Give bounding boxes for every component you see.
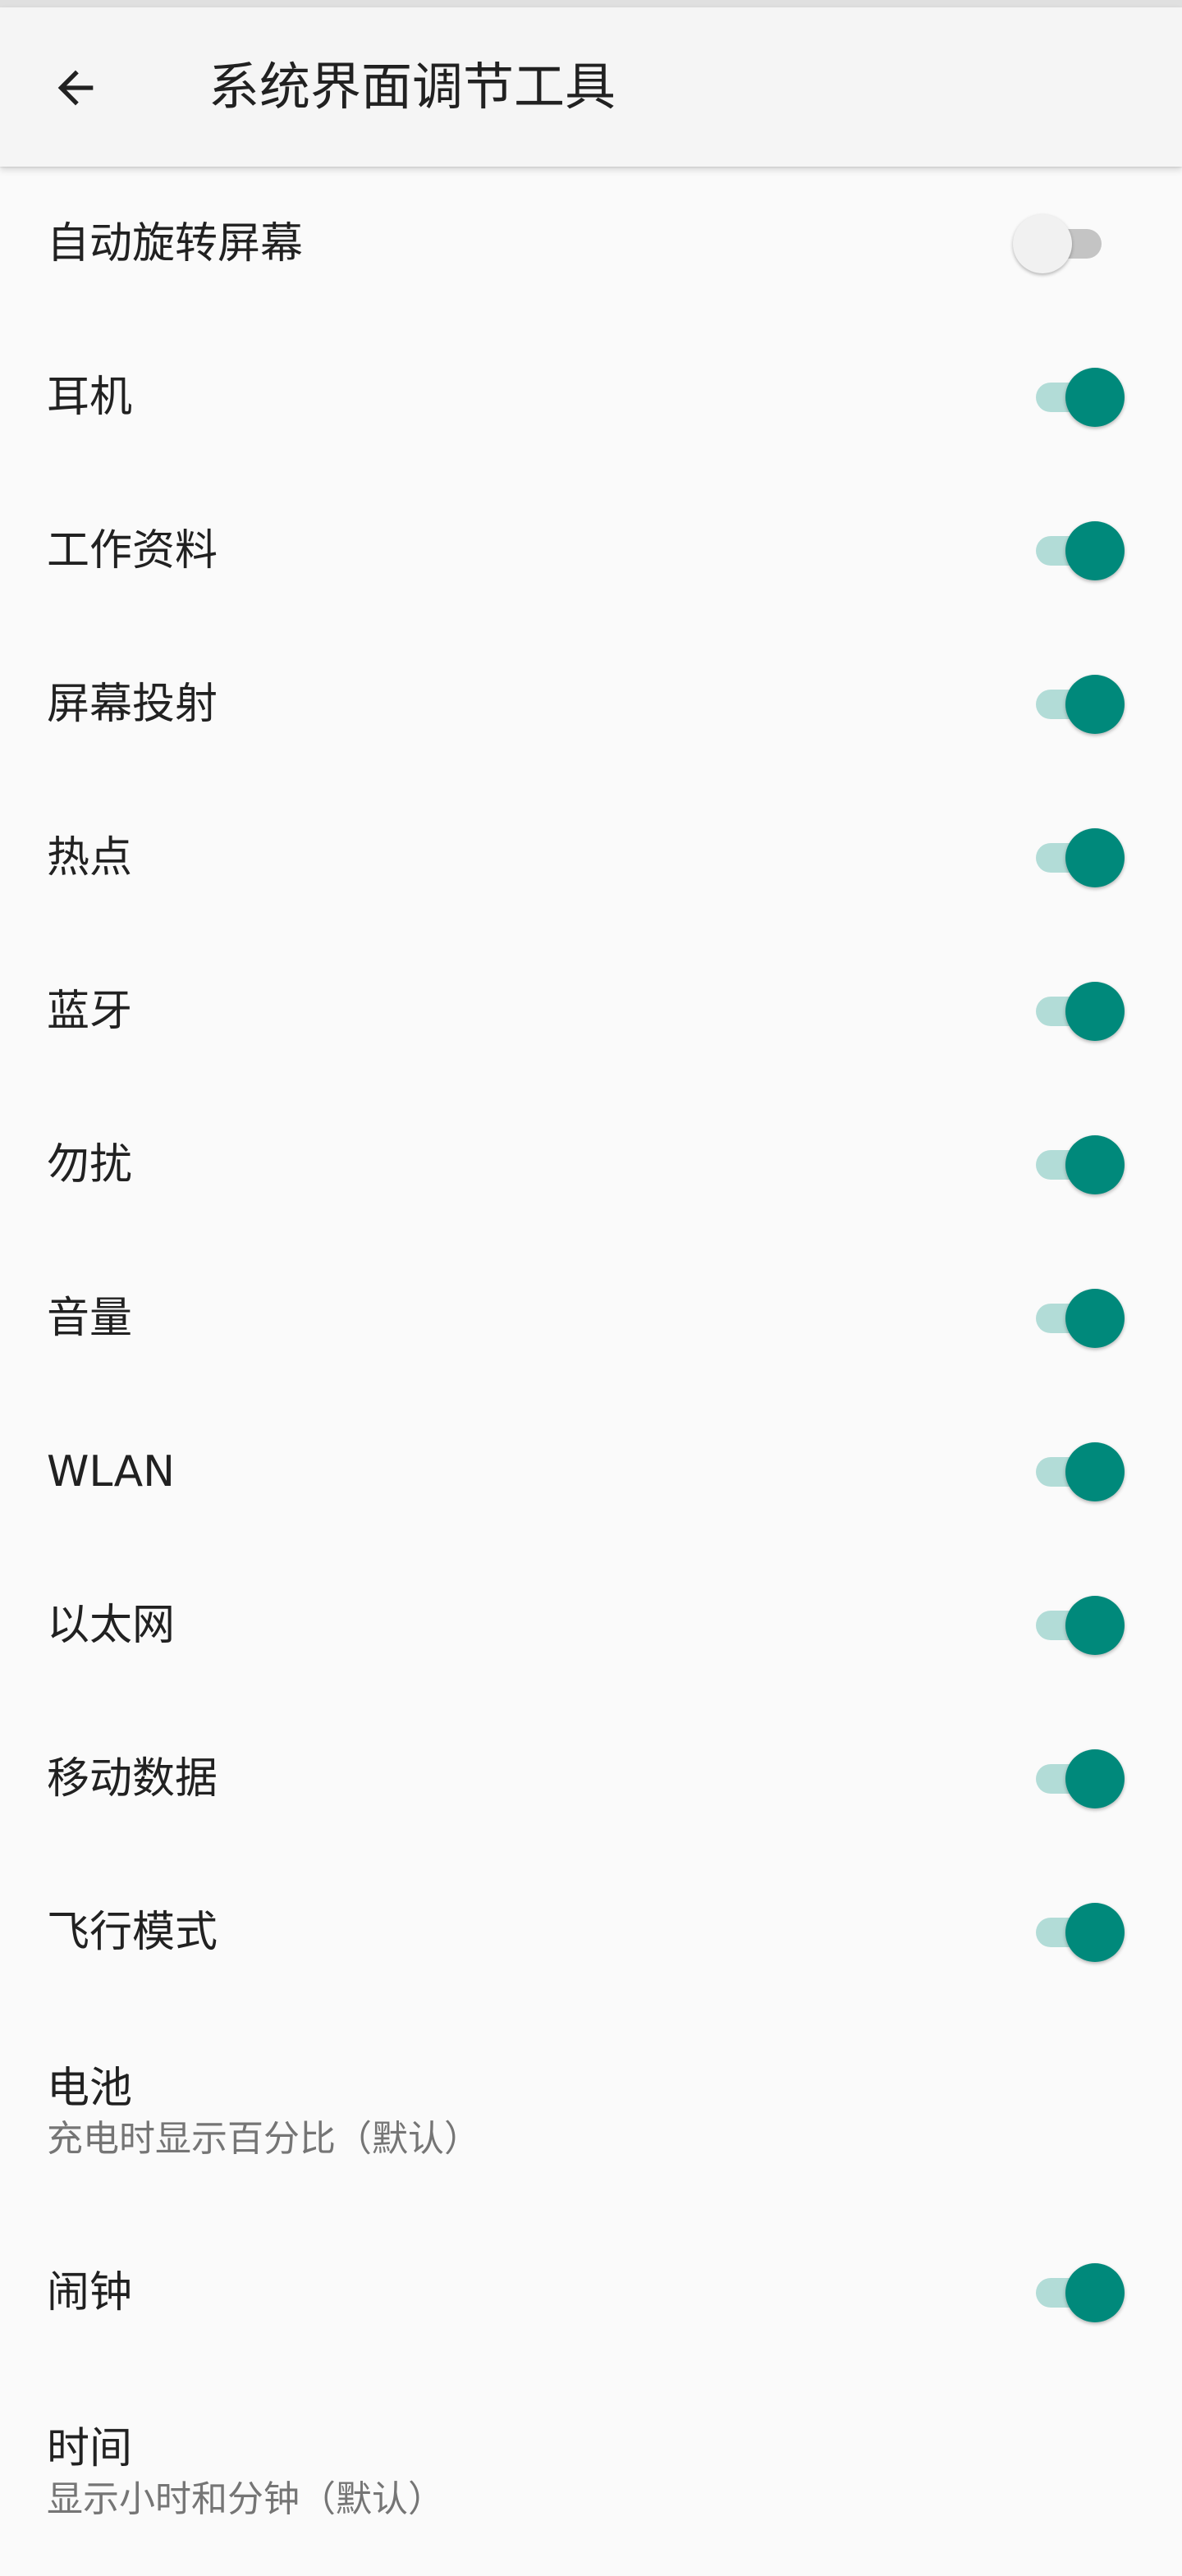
row-text: 自动旋转屏幕 <box>47 167 303 320</box>
setting-row-time[interactable]: 时间 显示小时和分钟（默认） <box>0 2369 1182 2576</box>
setting-row-bluetooth[interactable]: 蓝牙 <box>0 934 1182 1088</box>
row-text: 工作资料 <box>47 474 218 627</box>
toggle-switch[interactable] <box>1034 518 1125 584</box>
row-text: 勿扰 <box>47 1088 132 1241</box>
setting-row-airplane-mode[interactable]: 飞行模式 <box>0 1855 1182 2009</box>
setting-row-cast[interactable]: 屏幕投射 <box>0 627 1182 781</box>
toggle-switch[interactable] <box>1013 211 1103 277</box>
page-title: 系统界面调节工具 <box>208 57 616 117</box>
arrow-back-icon <box>49 62 102 117</box>
setting-row-wlan[interactable]: WLAN <box>0 1395 1182 1548</box>
switch-thumb <box>1065 1442 1125 1501</box>
toggle-switch[interactable] <box>1034 1593 1125 1658</box>
setting-title: 移动数据 <box>47 1753 218 1804</box>
row-text: 蓝牙 <box>47 934 132 1088</box>
setting-row-ethernet[interactable]: 以太网 <box>0 1548 1182 1702</box>
back-button[interactable] <box>36 50 115 129</box>
switch-thumb <box>1065 1749 1125 1808</box>
switch-thumb <box>1065 1902 1125 1962</box>
setting-title: 以太网 <box>47 1600 176 1650</box>
switch-thumb <box>1065 2262 1125 2322</box>
switch-thumb <box>1065 520 1125 580</box>
toggle-switch[interactable] <box>1034 1132 1125 1198</box>
setting-summary: 显示小时和分钟（默认） <box>47 2478 444 2520</box>
toggle-switch[interactable] <box>1034 1286 1125 1351</box>
setting-title: 时间 <box>47 2424 133 2473</box>
setting-row-mobile-data[interactable]: 移动数据 <box>0 1702 1182 1855</box>
row-text: 闹钟 <box>47 2216 132 2369</box>
row-text: 移动数据 <box>47 1702 218 1855</box>
app-bar: 系统界面调节工具 <box>0 7 1182 167</box>
setting-title: 热点 <box>47 832 133 882</box>
setting-title: 勿扰 <box>47 1139 133 1189</box>
switch-thumb <box>1065 1288 1125 1348</box>
toggle-switch[interactable] <box>1034 672 1125 737</box>
setting-row-battery[interactable]: 电池 充电时显示百分比（默认） <box>0 2009 1182 2216</box>
toggle-switch[interactable] <box>1034 1439 1125 1505</box>
setting-row-alarm[interactable]: 闹钟 <box>0 2216 1182 2369</box>
row-text: 音量 <box>47 1241 132 1395</box>
setting-title: 电池 <box>47 2064 133 2113</box>
row-text: 电池 充电时显示百分比（默认） <box>47 2009 480 2216</box>
settings-list: 自动旋转屏幕 耳机 工作资料 屏幕投射 热点 蓝牙 勿扰 音量 WLAN 以太网… <box>0 167 1182 2576</box>
status-bar-edge <box>0 0 1182 7</box>
switch-thumb <box>1013 213 1072 273</box>
switch-thumb <box>1065 674 1125 734</box>
toggle-switch[interactable] <box>1034 364 1125 430</box>
toggle-switch[interactable] <box>1034 979 1125 1044</box>
row-text: 以太网 <box>47 1548 175 1702</box>
setting-title: 工作资料 <box>47 525 218 575</box>
setting-row-dnd[interactable]: 勿扰 <box>0 1088 1182 1241</box>
setting-title: WLAN <box>47 1446 176 1497</box>
row-text: 飞行模式 <box>47 1855 218 2009</box>
row-text: WLAN <box>47 1395 175 1548</box>
setting-row-hotspot[interactable]: 热点 <box>0 781 1182 934</box>
row-text: 耳机 <box>47 320 132 474</box>
setting-row-headset[interactable]: 耳机 <box>0 320 1182 474</box>
setting-title: 飞行模式 <box>47 1907 218 1957</box>
setting-row-rotation[interactable]: 自动旋转屏幕 <box>0 167 1182 320</box>
toggle-switch[interactable] <box>1034 825 1125 891</box>
setting-title: 耳机 <box>47 372 133 422</box>
setting-row-volume[interactable]: 音量 <box>0 1241 1182 1395</box>
setting-title: 蓝牙 <box>47 986 133 1036</box>
switch-thumb <box>1065 827 1125 887</box>
setting-title: 音量 <box>47 1293 133 1343</box>
setting-row-work-profile[interactable]: 工作资料 <box>0 474 1182 627</box>
row-text: 时间 显示小时和分钟（默认） <box>47 2369 444 2576</box>
toggle-switch[interactable] <box>1034 1746 1125 1812</box>
setting-title: 自动旋转屏幕 <box>47 218 304 268</box>
setting-summary: 充电时显示百分比（默认） <box>47 2118 480 2160</box>
row-text: 热点 <box>47 781 132 934</box>
switch-thumb <box>1065 367 1125 427</box>
toggle-switch[interactable] <box>1034 2260 1125 2326</box>
row-text: 屏幕投射 <box>47 627 218 781</box>
switch-thumb <box>1065 1595 1125 1655</box>
setting-title: 闹钟 <box>47 2267 133 2317</box>
setting-title: 屏幕投射 <box>47 679 218 729</box>
switch-thumb <box>1065 981 1125 1041</box>
toggle-switch[interactable] <box>1034 1900 1125 1965</box>
switch-thumb <box>1065 1134 1125 1194</box>
